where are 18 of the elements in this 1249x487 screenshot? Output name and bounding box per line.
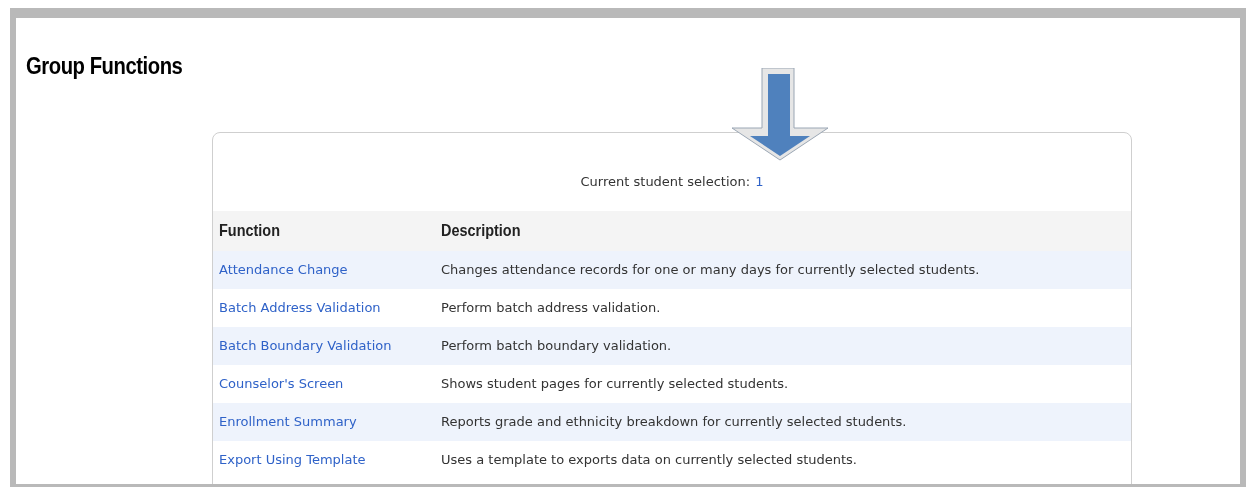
selection-label: Current student selection: [580, 173, 751, 192]
function-description: Uses a template to exports data on currently selected students. [441, 451, 857, 470]
function-description: Reports grade and ethnicity breakdown for currently selected students. [441, 413, 907, 432]
function-description: Shows student pages for currently selected students. [441, 375, 789, 394]
function-description: Perform batch boundary validation. [441, 337, 672, 356]
function-description: Perform batch address validation. [441, 299, 661, 318]
function-link[interactable]: Batch Address Validation [219, 298, 441, 318]
function-link[interactable]: Counselor's Screen [219, 374, 441, 394]
function-description: Changes attendance records for one or many days for currently selected students. [441, 261, 980, 280]
function-link[interactable]: Batch Boundary Validation [219, 336, 441, 356]
selection-count-link[interactable]: 1 [755, 172, 764, 192]
page-title: Group Functions [26, 52, 183, 80]
function-link[interactable]: Attendance Change [219, 260, 441, 280]
column-header: Function [219, 220, 281, 243]
down-arrow-icon [731, 68, 829, 161]
function-link[interactable]: Export Using Template [219, 450, 441, 470]
function-link[interactable]: Enrollment Summary [219, 412, 441, 432]
column-header: Description [441, 220, 521, 243]
